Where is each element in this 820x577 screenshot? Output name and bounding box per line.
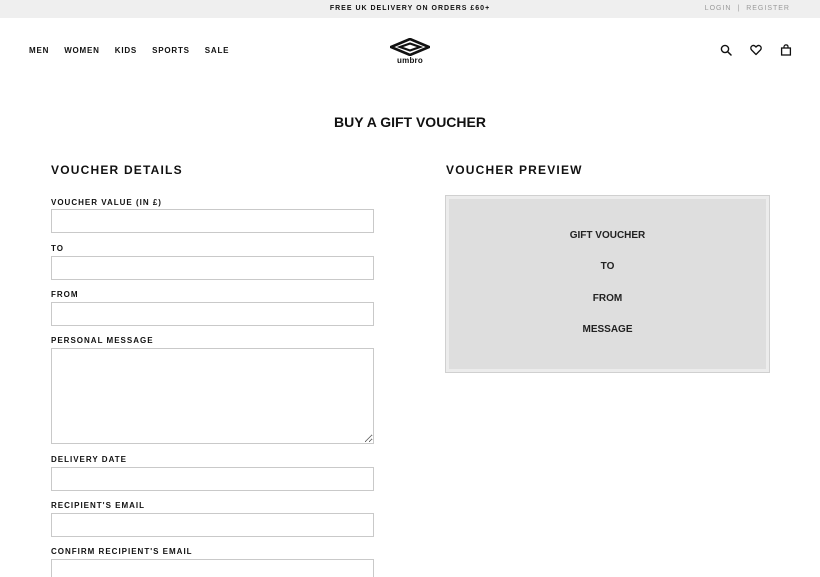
voucher-details-heading: VOUCHER DETAILS	[51, 163, 183, 177]
nav-men[interactable]: MEN	[29, 46, 49, 55]
umbro-logo[interactable]: umbro	[389, 38, 431, 66]
to-input[interactable]	[51, 256, 374, 280]
confirm-recipient-email-input[interactable]	[51, 559, 374, 577]
nav-women[interactable]: WOMEN	[64, 46, 100, 55]
delivery-date-label: DELIVERY DATE	[51, 455, 127, 464]
nav-sale[interactable]: SALE	[205, 46, 230, 55]
preview-title: GIFT VOUCHER	[569, 230, 646, 241]
search-icon[interactable]	[720, 44, 732, 56]
main-nav: MEN WOMEN KIDS SPORTS SALE	[29, 46, 229, 55]
login-link[interactable]: LOGIN	[705, 5, 732, 12]
account-links: LOGIN | REGISTER	[705, 5, 790, 12]
from-input[interactable]	[51, 302, 374, 326]
personal-message-label: PERSONAL MESSAGE	[51, 336, 154, 345]
diamond-logo-icon	[390, 38, 430, 56]
voucher-preview-heading: VOUCHER PREVIEW	[446, 163, 583, 177]
delivery-promo-text: FREE UK DELIVERY ON ORDERS £60+	[329, 5, 491, 12]
confirm-recipient-email-label: CONFIRM RECIPIENT'S EMAIL	[51, 547, 193, 556]
account-separator: |	[737, 5, 741, 12]
site-header: MEN WOMEN KIDS SPORTS SALE umbro	[0, 18, 820, 84]
voucher-preview-card: GIFT VOUCHER TO FROM MESSAGE	[445, 195, 770, 373]
register-link[interactable]: REGISTER	[746, 5, 790, 12]
personal-message-textarea[interactable]	[51, 348, 374, 444]
logo-wordmark: umbro	[397, 56, 423, 65]
heart-icon[interactable]	[750, 44, 762, 56]
preview-message: MESSAGE	[582, 324, 633, 335]
to-label: TO	[51, 244, 64, 253]
top-promo-bar: FREE UK DELIVERY ON ORDERS £60+ LOGIN | …	[0, 0, 820, 18]
nav-kids[interactable]: KIDS	[115, 46, 137, 55]
preview-from: FROM	[592, 293, 623, 304]
voucher-value-input[interactable]	[51, 209, 374, 233]
bag-icon[interactable]	[780, 44, 792, 56]
delivery-date-input[interactable]	[51, 467, 374, 491]
header-icons	[720, 44, 792, 56]
from-label: FROM	[51, 290, 79, 299]
recipient-email-input[interactable]	[51, 513, 374, 537]
preview-to: TO	[600, 261, 615, 272]
voucher-value-label: VOUCHER VALUE (IN £)	[51, 198, 162, 207]
page-title: BUY A GIFT VOUCHER	[334, 114, 486, 130]
nav-sports[interactable]: SPORTS	[152, 46, 190, 55]
recipient-email-label: RECIPIENT'S EMAIL	[51, 501, 146, 510]
